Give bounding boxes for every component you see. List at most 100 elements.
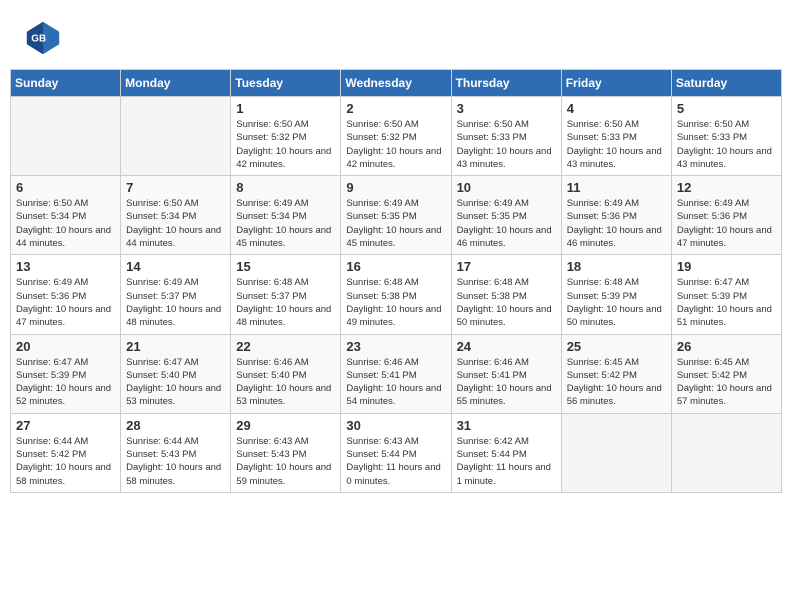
day-number: 12 [677,180,776,195]
day-info: Sunrise: 6:49 AM Sunset: 5:34 PM Dayligh… [236,197,335,250]
calendar-cell: 11 Sunrise: 6:49 AM Sunset: 5:36 PM Dayli… [561,176,671,255]
day-info: Sunrise: 6:43 AM Sunset: 5:43 PM Dayligh… [236,435,335,488]
day-number: 16 [346,259,445,274]
calendar-cell: 9 Sunrise: 6:49 AM Sunset: 5:35 PM Daylig… [341,176,451,255]
day-info: Sunrise: 6:46 AM Sunset: 5:41 PM Dayligh… [457,356,556,409]
calendar-cell: 23 Sunrise: 6:46 AM Sunset: 5:41 PM Dayli… [341,334,451,413]
day-number: 28 [126,418,225,433]
day-info: Sunrise: 6:48 AM Sunset: 5:38 PM Dayligh… [346,276,445,329]
day-number: 15 [236,259,335,274]
day-number: 1 [236,101,335,116]
day-info: Sunrise: 6:47 AM Sunset: 5:39 PM Dayligh… [16,356,115,409]
day-number: 26 [677,339,776,354]
weekday-row: SundayMondayTuesdayWednesdayThursdayFrid… [11,70,782,97]
calendar-cell: 10 Sunrise: 6:49 AM Sunset: 5:35 PM Dayli… [451,176,561,255]
day-number: 27 [16,418,115,433]
day-info: Sunrise: 6:49 AM Sunset: 5:35 PM Dayligh… [346,197,445,250]
day-info: Sunrise: 6:49 AM Sunset: 5:35 PM Dayligh… [457,197,556,250]
day-info: Sunrise: 6:48 AM Sunset: 5:38 PM Dayligh… [457,276,556,329]
weekday-header: Saturday [671,70,781,97]
day-number: 20 [16,339,115,354]
day-number: 30 [346,418,445,433]
day-number: 23 [346,339,445,354]
day-info: Sunrise: 6:43 AM Sunset: 5:44 PM Dayligh… [346,435,445,488]
weekday-header: Monday [121,70,231,97]
calendar-cell: 1 Sunrise: 6:50 AM Sunset: 5:32 PM Daylig… [231,97,341,176]
weekday-header: Friday [561,70,671,97]
calendar-cell: 29 Sunrise: 6:43 AM Sunset: 5:43 PM Dayli… [231,413,341,492]
day-number: 29 [236,418,335,433]
calendar-cell: 27 Sunrise: 6:44 AM Sunset: 5:42 PM Dayli… [11,413,121,492]
day-info: Sunrise: 6:47 AM Sunset: 5:39 PM Dayligh… [677,276,776,329]
day-info: Sunrise: 6:50 AM Sunset: 5:32 PM Dayligh… [346,118,445,171]
day-number: 4 [567,101,666,116]
calendar-cell: 28Sunrise: 6:44 AM Sunset: 5:43 PM Dayli… [121,413,231,492]
day-number: 6 [16,180,115,195]
calendar-cell: 30 Sunrise: 6:43 AM Sunset: 5:44 PM Dayli… [341,413,451,492]
day-number: 10 [457,180,556,195]
calendar-cell: 25Sunrise: 6:45 AM Sunset: 5:42 PM Dayli… [561,334,671,413]
calendar-cell: 17 Sunrise: 6:48 AM Sunset: 5:38 PM Dayli… [451,255,561,334]
day-info: Sunrise: 6:46 AM Sunset: 5:41 PM Dayligh… [346,356,445,409]
calendar-cell: 12 Sunrise: 6:49 AM Sunset: 5:36 PM Dayli… [671,176,781,255]
day-number: 18 [567,259,666,274]
day-number: 22 [236,339,335,354]
calendar-cell: 8 Sunrise: 6:49 AM Sunset: 5:34 PM Daylig… [231,176,341,255]
day-info: Sunrise: 6:48 AM Sunset: 5:39 PM Dayligh… [567,276,666,329]
calendar-cell: 15 Sunrise: 6:48 AM Sunset: 5:37 PM Dayli… [231,255,341,334]
day-info: Sunrise: 6:50 AM Sunset: 5:32 PM Dayligh… [236,118,335,171]
day-info: Sunrise: 6:47 AM Sunset: 5:40 PM Dayligh… [126,356,225,409]
day-info: Sunrise: 6:50 AM Sunset: 5:33 PM Dayligh… [677,118,776,171]
weekday-header: Thursday [451,70,561,97]
day-info: Sunrise: 6:45 AM Sunset: 5:42 PM Dayligh… [677,356,776,409]
calendar-cell: 6 Sunrise: 6:50 AM Sunset: 5:34 PM Daylig… [11,176,121,255]
day-info: Sunrise: 6:49 AM Sunset: 5:36 PM Dayligh… [567,197,666,250]
day-info: Sunrise: 6:49 AM Sunset: 5:36 PM Dayligh… [16,276,115,329]
calendar-cell: 3 Sunrise: 6:50 AM Sunset: 5:33 PM Daylig… [451,97,561,176]
weekday-header: Sunday [11,70,121,97]
day-info: Sunrise: 6:42 AM Sunset: 5:44 PM Dayligh… [457,435,556,488]
logo-icon: GB [25,20,61,56]
calendar-cell: 2 Sunrise: 6:50 AM Sunset: 5:32 PM Daylig… [341,97,451,176]
day-number: 13 [16,259,115,274]
calendar-week-row: 1 Sunrise: 6:50 AM Sunset: 5:32 PM Daylig… [11,97,782,176]
calendar-cell: 20 Sunrise: 6:47 AM Sunset: 5:39 PM Dayli… [11,334,121,413]
day-number: 31 [457,418,556,433]
calendar-cell [561,413,671,492]
day-info: Sunrise: 6:50 AM Sunset: 5:34 PM Dayligh… [126,197,225,250]
calendar-cell [11,97,121,176]
calendar-week-row: 27 Sunrise: 6:44 AM Sunset: 5:42 PM Dayli… [11,413,782,492]
day-number: 7 [126,180,225,195]
day-info: Sunrise: 6:44 AM Sunset: 5:42 PM Dayligh… [16,435,115,488]
calendar-cell: 7 Sunrise: 6:50 AM Sunset: 5:34 PM Daylig… [121,176,231,255]
calendar-cell [671,413,781,492]
day-number: 9 [346,180,445,195]
day-number: 17 [457,259,556,274]
day-number: 3 [457,101,556,116]
calendar-cell: 13 Sunrise: 6:49 AM Sunset: 5:36 PM Dayli… [11,255,121,334]
calendar-cell: 31 Sunrise: 6:42 AM Sunset: 5:44 PM Dayli… [451,413,561,492]
day-number: 8 [236,180,335,195]
day-info: Sunrise: 6:48 AM Sunset: 5:37 PM Dayligh… [236,276,335,329]
calendar-week-row: 13 Sunrise: 6:49 AM Sunset: 5:36 PM Dayli… [11,255,782,334]
svg-text:GB: GB [31,34,46,45]
day-info: Sunrise: 6:50 AM Sunset: 5:34 PM Dayligh… [16,197,115,250]
calendar-cell: 14Sunrise: 6:49 AM Sunset: 5:37 PM Dayli… [121,255,231,334]
calendar-cell [121,97,231,176]
day-number: 19 [677,259,776,274]
weekday-header: Wednesday [341,70,451,97]
calendar-cell: 22Sunrise: 6:46 AM Sunset: 5:40 PM Dayli… [231,334,341,413]
calendar-body: 1 Sunrise: 6:50 AM Sunset: 5:32 PM Daylig… [11,97,782,493]
calendar-cell: 16 Sunrise: 6:48 AM Sunset: 5:38 PM Dayli… [341,255,451,334]
day-number: 2 [346,101,445,116]
day-info: Sunrise: 6:45 AM Sunset: 5:42 PM Dayligh… [567,356,666,409]
weekday-header: Tuesday [231,70,341,97]
calendar-cell: 4Sunrise: 6:50 AM Sunset: 5:33 PM Daylig… [561,97,671,176]
calendar-week-row: 6 Sunrise: 6:50 AM Sunset: 5:34 PM Daylig… [11,176,782,255]
day-info: Sunrise: 6:50 AM Sunset: 5:33 PM Dayligh… [457,118,556,171]
day-number: 5 [677,101,776,116]
day-number: 11 [567,180,666,195]
day-info: Sunrise: 6:49 AM Sunset: 5:36 PM Dayligh… [677,197,776,250]
page-header: GB [10,10,782,61]
day-number: 21 [126,339,225,354]
